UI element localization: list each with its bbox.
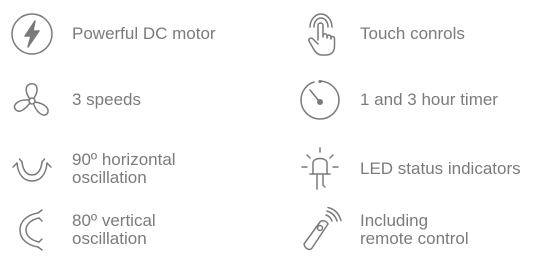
touch-icon bbox=[296, 10, 344, 58]
feature-label-line: Including bbox=[360, 211, 429, 230]
fan-icon bbox=[8, 76, 56, 124]
feature-3-speeds: 3 speeds bbox=[8, 76, 141, 124]
timer-icon bbox=[296, 76, 344, 124]
feature-timer: 1 and 3 hour timer bbox=[296, 76, 498, 124]
feature-label-line: oscillation bbox=[72, 168, 147, 187]
feature-label-line: 80º vertical bbox=[72, 211, 156, 230]
feature-vertical-oscillation: 80º vertical oscillation bbox=[8, 206, 156, 254]
feature-remote-control: Including remote control bbox=[296, 206, 469, 254]
feature-label: Powerful DC motor bbox=[72, 25, 216, 43]
feature-label-line: 3 speeds bbox=[72, 90, 141, 109]
feature-horizontal-oscillation: 90º horizontal oscillation bbox=[8, 145, 176, 193]
feature-label: 3 speeds bbox=[72, 91, 141, 109]
feature-label-line: 1 and 3 hour timer bbox=[360, 90, 498, 109]
feature-label: 90º horizontal oscillation bbox=[72, 151, 176, 187]
feature-label: Touch conrols bbox=[360, 25, 465, 43]
remote-control-icon bbox=[296, 206, 344, 254]
feature-label: 1 and 3 hour timer bbox=[360, 91, 498, 109]
feature-label-line: LED status indicators bbox=[360, 159, 521, 178]
feature-label-line: oscillation bbox=[72, 229, 147, 248]
feature-label-line: 90º horizontal bbox=[72, 150, 176, 169]
feature-led-status-indicators: LED status indicators bbox=[296, 145, 521, 193]
feature-label: 80º vertical oscillation bbox=[72, 212, 156, 248]
feature-label-line: Powerful DC motor bbox=[72, 24, 216, 43]
horizontal-oscillation-icon bbox=[8, 145, 56, 193]
feature-label: Including remote control bbox=[360, 212, 469, 248]
lightning-bolt-icon bbox=[8, 10, 56, 58]
feature-label: LED status indicators bbox=[360, 160, 521, 178]
vertical-oscillation-icon bbox=[8, 206, 56, 254]
feature-touch-controls: Touch conrols bbox=[296, 10, 465, 58]
led-icon bbox=[296, 145, 344, 193]
feature-label-line: Touch conrols bbox=[360, 24, 465, 43]
feature-powerful-dc-motor: Powerful DC motor bbox=[8, 10, 216, 58]
feature-label-line: remote control bbox=[360, 229, 469, 248]
